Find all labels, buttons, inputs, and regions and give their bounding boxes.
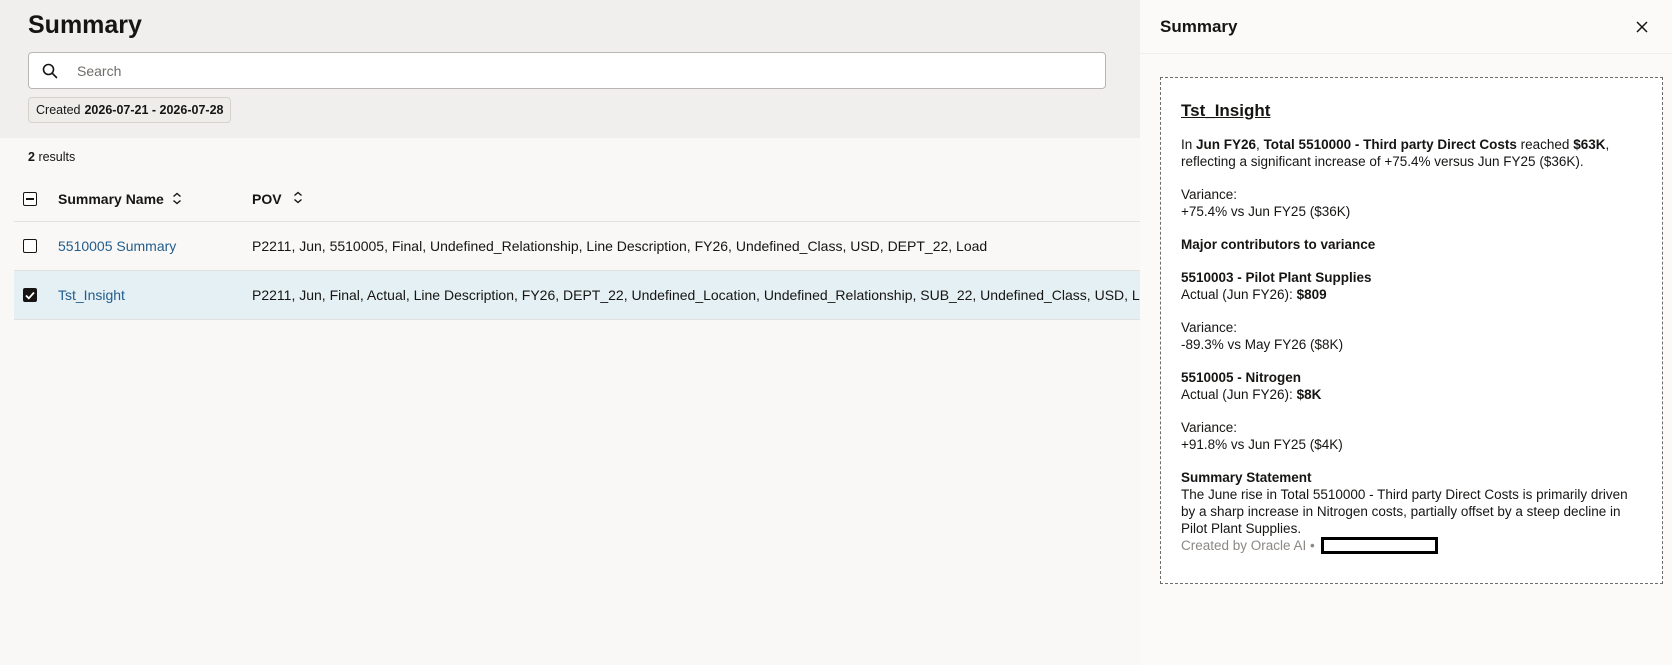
intro-account: Total 5510000 - Third party Direct Costs <box>1263 137 1517 152</box>
filter-label: Created <box>36 103 81 117</box>
select-all-checkbox[interactable] <box>23 191 37 206</box>
variance-label: Variance: <box>1181 187 1238 202</box>
pov-cell: P2211, Jun, Final, Actual, Line Descript… <box>252 287 1140 303</box>
list-header: Summary Created 2026-07-21 - 2026-07-28 <box>0 0 1140 138</box>
contributor-item: 5510003 - Pilot Plant Supplies Actual (J… <box>1181 269 1642 303</box>
intro-period: Jun FY26 <box>1196 137 1257 152</box>
redacted-box <box>1320 537 1438 554</box>
contributor-name: 5510003 - Pilot Plant Supplies <box>1181 270 1372 285</box>
summary-detail-drawer: Summary Tst_Insight In Jun FY26, Total 5… <box>1140 0 1672 665</box>
variance-label: Variance: <box>1181 320 1238 335</box>
contributor-variance: Variance: -89.3% vs May FY26 ($8K) <box>1181 319 1642 353</box>
contributor-name: 5510005 - Nitrogen <box>1181 370 1302 385</box>
filter-value: 2026-07-21 - 2026-07-28 <box>84 103 224 117</box>
created-by-text: Created by Oracle AI • <box>1181 538 1315 553</box>
select-all-cell <box>14 191 58 206</box>
results-suffix: results <box>38 150 76 164</box>
created-date-filter-chip[interactable]: Created 2026-07-21 - 2026-07-28 <box>28 97 232 123</box>
intro-text: , <box>1256 137 1264 152</box>
drawer-header: Summary <box>1140 0 1672 54</box>
summary-table: Summary Name POV 5510005 Summary P2211, … <box>14 176 1140 320</box>
search-input[interactable] <box>77 55 1105 86</box>
overall-variance: Variance: +75.4% vs Jun FY25 ($36K) <box>1181 186 1642 220</box>
insight-footer: Created by Oracle AI • <box>1181 537 1642 554</box>
drawer-title: Summary <box>1160 16 1238 36</box>
column-header-pov[interactable]: POV <box>252 191 1140 207</box>
results-count: 2 results <box>28 150 75 164</box>
close-icon <box>1636 20 1648 33</box>
pov-cell: P2211, Jun, 5510005, Final, Undefined_Re… <box>252 238 988 254</box>
actual-label: Actual (Jun FY26): <box>1181 287 1297 302</box>
close-button[interactable] <box>1630 15 1654 39</box>
summary-name-link[interactable]: 5510005 Summary <box>58 238 176 254</box>
summary-statement-heading: Summary Statement <box>1181 470 1312 485</box>
contributor-item: 5510005 - Nitrogen Actual (Jun FY26): $8… <box>1181 369 1642 403</box>
actual-label: Actual (Jun FY26): <box>1181 387 1297 402</box>
row-checkbox-checked[interactable] <box>23 288 37 302</box>
sort-icon[interactable] <box>293 191 303 204</box>
variance-value: +75.4% vs Jun FY25 ($36K) <box>1181 204 1351 219</box>
summary-name-cell: 5510005 Summary <box>58 238 252 254</box>
search-box[interactable] <box>28 52 1106 89</box>
contributor-actual: Actual (Jun FY26): $8K <box>1181 386 1642 403</box>
row-select-cell <box>14 239 58 253</box>
contributor-actual: Actual (Jun FY26): $809 <box>1181 286 1642 303</box>
row-checkbox[interactable] <box>23 239 37 253</box>
contributor-variance: Variance: +91.8% vs Jun FY25 ($4K) <box>1181 419 1642 453</box>
summary-statement-text: The June rise in Total 5510000 - Third p… <box>1181 487 1628 536</box>
row-select-cell <box>14 288 58 302</box>
column-header-summary-name[interactable]: Summary Name <box>58 191 252 207</box>
contributors-heading: Major contributors to variance <box>1181 237 1376 252</box>
intro-text: In <box>1181 137 1197 152</box>
actual-value: $8K <box>1296 387 1322 402</box>
summary-statement: Summary Statement The June rise in Total… <box>1181 469 1642 537</box>
page-title: Summary <box>28 11 142 39</box>
intro-text: reached <box>1516 137 1574 152</box>
results-number: 2 <box>28 150 35 164</box>
checkmark-icon <box>25 291 35 300</box>
variance-value: +91.8% vs Jun FY25 ($4K) <box>1181 437 1343 452</box>
insight-intro: In Jun FY26, Total 5510000 - Third party… <box>1181 136 1642 170</box>
variance-label: Variance: <box>1181 420 1238 435</box>
sort-icon[interactable] <box>172 192 182 205</box>
column-header-label: Summary Name <box>58 190 164 207</box>
insight-title: Tst_Insight <box>1181 101 1271 120</box>
table-row-selected[interactable]: Tst_Insight P2211, Jun, Final, Actual, L… <box>14 271 1140 320</box>
summary-name-cell: Tst_Insight <box>58 287 252 303</box>
actual-value: $809 <box>1296 287 1327 302</box>
insight-content-box: Tst_Insight In Jun FY26, Total 5510000 -… <box>1160 77 1663 584</box>
variance-value: -89.3% vs May FY26 ($8K) <box>1181 337 1344 352</box>
table-row[interactable]: 5510005 Summary P2211, Jun, 5510005, Fin… <box>14 222 1140 271</box>
table-header-row: Summary Name POV <box>14 176 1140 222</box>
summary-name-link[interactable]: Tst_Insight <box>58 287 125 303</box>
summary-list-panel: Summary Created 2026-07-21 - 2026-07-28 … <box>0 0 1140 665</box>
indeterminate-icon <box>26 197 34 200</box>
intro-amount: $63K <box>1573 137 1606 152</box>
search-icon <box>31 53 69 88</box>
column-header-label: POV <box>252 190 282 207</box>
